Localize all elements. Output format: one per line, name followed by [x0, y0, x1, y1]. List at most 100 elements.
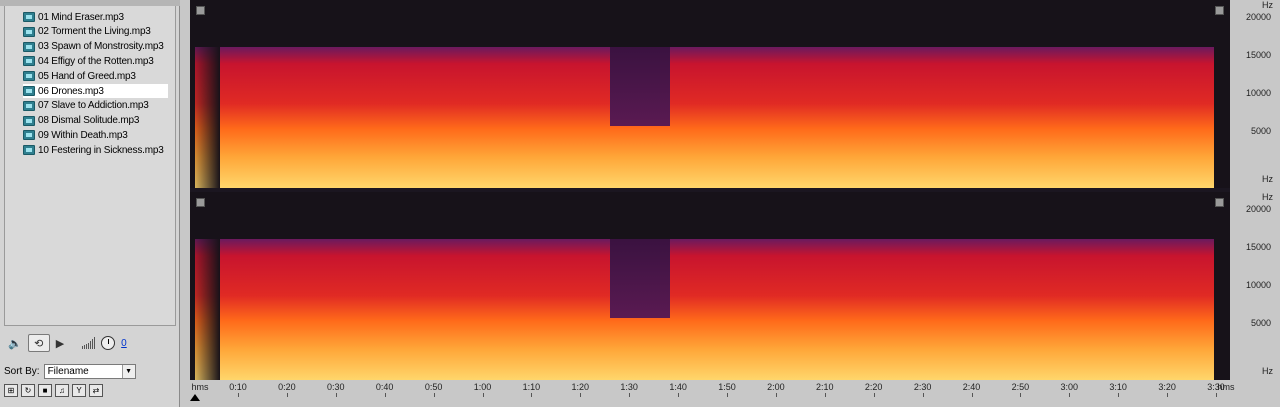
time-tick-label: 0:10: [229, 382, 247, 392]
time-tick-mark: [1020, 393, 1022, 397]
stop-icon[interactable]: ■: [38, 384, 52, 397]
spectrum-fadeout: [190, 239, 220, 380]
file-list-item[interactable]: 10 Festering in Sickness.mp3: [23, 143, 168, 157]
file-list-item[interactable]: 03 Spawn of Monstrosity.mp3: [23, 40, 168, 54]
hz-tick-label: 20000: [1245, 204, 1271, 214]
hz-tick-label: 20000: [1245, 12, 1271, 22]
file-list-item[interactable]: 02 Torment the Living.mp3: [23, 25, 168, 39]
file-list[interactable]: 01 Mind Eraser.mp3 02 Torment the Living.…: [4, 6, 176, 326]
resize-handle-icon[interactable]: [1215, 198, 1224, 207]
hz-tick-label: 15000: [1245, 242, 1271, 253]
time-tick-label: 0:50: [424, 382, 443, 392]
time-tick-mark: [629, 393, 631, 397]
hz-unit-label: Hz: [1262, 0, 1273, 10]
file-list-item[interactable]: 07 Slave to Addiction.mp3: [23, 99, 168, 113]
file-list-item[interactable]: 08 Dismal Solitude.mp3: [23, 114, 168, 128]
playhead-marker-icon[interactable]: [190, 394, 200, 401]
volume-value[interactable]: 0: [121, 338, 127, 349]
time-tick-label: 1:30: [620, 382, 638, 392]
time-tick-label: 2:10: [816, 382, 834, 392]
file-name: 08 Dismal Solitude.mp3: [38, 115, 140, 127]
spectrogram-view[interactable]: [190, 0, 1230, 380]
time-tick-mark: [678, 393, 680, 397]
hz-unit-label: Hz: [1262, 366, 1273, 376]
file-name: 06 Drones.mp3: [38, 85, 104, 97]
audio-file-icon: [23, 56, 35, 67]
time-tick-mark: [873, 393, 875, 397]
sort-label: Sort By:: [4, 365, 40, 377]
time-tick-label: 3:10: [1109, 382, 1127, 392]
time-tick-label: 2:40: [962, 382, 981, 392]
file-name: 09 Within Death.mp3: [38, 129, 128, 141]
file-name: 02 Torment the Living.mp3: [38, 26, 151, 38]
time-tick-mark: [384, 393, 386, 397]
time-tick-mark: [286, 393, 288, 397]
hz-tick-label: 5000: [1250, 318, 1271, 329]
file-list-item[interactable]: 04 Effigy of the Rotten.mp3: [23, 54, 168, 68]
time-tick-label: 0:20: [278, 382, 296, 392]
time-tick-mark: [775, 393, 777, 397]
time-tick-label: 1:20: [571, 382, 590, 392]
file-list-item[interactable]: 01 Mind Eraser.mp3: [23, 10, 168, 24]
resize-handle-icon[interactable]: [1215, 6, 1224, 15]
resize-handle-icon[interactable]: [196, 6, 205, 15]
hz-tick-label: 10000: [1245, 280, 1271, 291]
music-note-icon[interactable]: ♫: [55, 384, 69, 397]
speaker-icon[interactable]: 🔈: [8, 334, 22, 352]
volume-knob[interactable]: [101, 336, 116, 350]
spectrogram-panel: Hz 20000 15000 10000 5000 Hz Hz 20000 15000 1000…: [180, 0, 1280, 407]
audio-file-icon: [23, 115, 35, 126]
frequency-axis-bottom: Hz 20000 15000 10000 5000 Hz: [1232, 192, 1277, 380]
spectrum-content: [195, 239, 1214, 380]
time-tick-label: 1:40: [669, 382, 687, 392]
file-name: 01 Mind Eraser.mp3: [38, 11, 124, 23]
file-name: 10 Festering in Sickness.mp3: [38, 144, 164, 156]
time-tick-mark: [1216, 393, 1217, 397]
spectrum-notch: [610, 239, 670, 318]
hz-tick-label: 5000: [1250, 126, 1271, 137]
time-tick-label: 1:00: [473, 382, 492, 392]
spectrum-notch: [610, 47, 670, 126]
audio-file-icon: [23, 130, 35, 141]
filter-icon[interactable]: Y: [72, 384, 86, 397]
add-files-icon[interactable]: ⊞: [4, 384, 18, 397]
audio-file-icon: [23, 41, 35, 52]
audio-file-icon: [23, 145, 35, 156]
spectrogram-channel-left[interactable]: [190, 0, 1230, 188]
spectrogram-channel-right[interactable]: [190, 192, 1230, 380]
time-tick-mark: [922, 393, 924, 397]
sort-dropdown-value: Filename: [47, 365, 89, 377]
bottom-toolbar: ⊞ ↻ ■ ♫ Y ⇄: [4, 384, 103, 397]
sort-dropdown[interactable]: Filename ▼: [43, 363, 136, 379]
time-ruler[interactable]: hms 0:10 0:20 0:30 0:40 0:50 1:00 1:10 1:20 1:30 1…: [190, 380, 1240, 407]
time-tick-label: 3:00: [1060, 382, 1079, 392]
export-icon[interactable]: ⇄: [89, 384, 103, 397]
time-tick-mark: [1118, 393, 1120, 397]
audio-file-icon: [23, 12, 35, 22]
time-tick-mark: [1069, 393, 1071, 397]
file-name: 04 Effigy of the Rotten.mp3: [38, 55, 154, 67]
time-tick-mark: [482, 393, 484, 397]
app-window: 01 Mind Eraser.mp3 02 Torment the Living.…: [0, 0, 1280, 407]
file-list-item[interactable]: 05 Hand of Greed.mp3: [23, 69, 168, 83]
audio-file-icon: [23, 71, 35, 82]
time-unit-label: hms: [191, 382, 209, 392]
loop-icon[interactable]: ⟲: [27, 334, 50, 352]
time-tick-label: 1:10: [522, 382, 541, 392]
audio-file-icon: [23, 26, 35, 37]
time-tick-mark: [1167, 393, 1169, 397]
time-tick-label: 2:50: [1011, 382, 1030, 392]
refresh-icon[interactable]: ↻: [21, 384, 35, 397]
time-tick-mark: [433, 393, 435, 397]
spectrum-fadeout: [190, 47, 220, 188]
hz-unit-label: Hz: [1262, 174, 1273, 184]
time-tick-label: 0:40: [375, 382, 394, 392]
time-tick-label: 0:30: [327, 382, 345, 392]
file-list-item[interactable]: 09 Within Death.mp3: [23, 128, 168, 142]
spectrum-content: [195, 47, 1214, 188]
play-icon[interactable]: ▶: [56, 334, 64, 352]
file-list-item[interactable]: 06 Drones.mp3: [23, 84, 168, 98]
volume-meter-icon: [82, 337, 96, 349]
time-tick-mark: [971, 393, 973, 397]
resize-handle-icon[interactable]: [196, 198, 205, 207]
